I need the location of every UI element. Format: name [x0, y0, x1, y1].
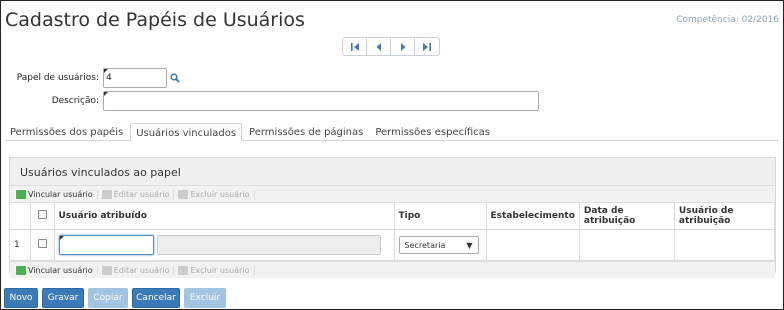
papel-input[interactable]: 4 [103, 68, 167, 88]
editar-label: Editar usuário [113, 189, 170, 199]
last-record-icon [423, 42, 431, 51]
excluir-label: Excluir usuário [190, 265, 250, 275]
delete-icon [178, 265, 189, 275]
table-header-row: Usuário atribuído Tipo Estabelecimento D… [10, 203, 776, 230]
tipo-select[interactable]: Secretaria ▼ [398, 236, 479, 254]
dropdown-arrow-icon: ▼ [466, 240, 473, 250]
tab-bar: Permissões dos papéis Usuários vinculado… [5, 123, 779, 142]
next-record-button[interactable] [391, 38, 415, 55]
vincular-label: Vincular usuário [28, 189, 93, 199]
first-record-icon [350, 42, 359, 51]
tipo-cell: Secretaria ▼ [394, 229, 487, 261]
column-usuario-atribuido[interactable]: Usuário atribuído [54, 203, 395, 230]
data-atribuicao-cell [579, 229, 675, 261]
previous-record-button[interactable] [367, 38, 391, 55]
select-all-header [30, 203, 55, 230]
editar-label: Editar usuário [113, 265, 170, 275]
record-navigator [342, 37, 440, 56]
excluir-usuario-button-bottom[interactable]: Excluir usuário [178, 265, 255, 275]
table-row: 1 Secretaria ▼ [10, 229, 776, 261]
required-marker-icon [104, 92, 108, 96]
action-bar: Novo Gravar Copiar Cancelar Excluir [4, 288, 230, 308]
top-toolbar: Vincular usuário Editar usuário Excluir … [10, 186, 775, 203]
papel-value: 4 [106, 73, 112, 83]
novo-button[interactable]: Novo [4, 288, 38, 308]
usuarios-table: Usuário atribuído Tipo Estabelecimento D… [10, 203, 776, 261]
gravar-button[interactable]: Gravar [42, 288, 84, 308]
tab-permissoes-paginas[interactable]: Permissões de páginas [244, 123, 368, 141]
column-tipo[interactable]: Tipo [394, 203, 487, 230]
required-marker-icon [104, 69, 108, 73]
descricao-input[interactable] [103, 91, 539, 111]
delete-icon [178, 189, 189, 199]
vincular-usuario-button[interactable]: Vincular usuário [16, 189, 98, 199]
search-icon[interactable] [170, 73, 180, 83]
row-checkbox[interactable] [37, 239, 47, 248]
add-user-icon [16, 265, 26, 275]
usuario-name-field [156, 235, 381, 255]
editar-usuario-button-bottom[interactable]: Editar usuário [101, 265, 175, 275]
column-estabelecimento[interactable]: Estabelecimento [486, 203, 580, 230]
panel-title: Usuários vinculados ao papel [10, 158, 775, 186]
select-all-checkbox[interactable] [37, 210, 47, 219]
descricao-label: Descrição: [51, 96, 99, 106]
tab-usuarios-vinculados[interactable]: Usuários vinculados [130, 123, 243, 142]
row-number-header [10, 203, 31, 230]
tab-permissoes-especificas[interactable]: Permissões específicas [370, 123, 495, 141]
cancelar-button[interactable]: Cancelar [132, 288, 180, 308]
row-checkbox-cell [30, 229, 55, 261]
required-marker-icon [59, 236, 64, 240]
usuarios-panel: Usuários vinculados ao papel Vincular us… [9, 157, 776, 278]
usuario-code-input[interactable] [58, 235, 154, 255]
add-user-icon [16, 189, 26, 199]
column-usuario-atribuicao[interactable]: Usuário de atribuição [674, 203, 776, 230]
usuario-cell [54, 229, 395, 261]
excluir-usuario-button[interactable]: Excluir usuário [178, 189, 255, 199]
copiar-button[interactable]: Copiar [88, 288, 128, 308]
papel-label: Papel de usuários: [16, 73, 99, 83]
usuario-atribuicao-cell [674, 229, 776, 261]
row-number: 1 [10, 229, 31, 261]
next-record-icon [400, 42, 405, 51]
page-title: Cadastro de Papéis de Usuários [5, 9, 305, 31]
first-record-button[interactable] [343, 38, 367, 55]
tab-permissoes-papeis[interactable]: Permissões dos papéis [5, 123, 128, 141]
excluir-button[interactable]: Excluir [184, 288, 226, 308]
estabelecimento-cell [486, 229, 580, 261]
tipo-value: Secretaria [404, 240, 446, 250]
competencia-label: Competência: 02/2016 [676, 15, 779, 25]
bottom-toolbar: Vincular usuário Editar usuário Excluir … [10, 261, 775, 278]
edit-icon [101, 265, 112, 275]
excluir-label: Excluir usuário [190, 189, 250, 199]
edit-icon [101, 189, 112, 199]
previous-record-icon [376, 42, 381, 51]
vincular-usuario-button-bottom[interactable]: Vincular usuário [16, 265, 98, 275]
last-record-button[interactable] [415, 38, 439, 55]
editar-usuario-button[interactable]: Editar usuário [101, 189, 175, 199]
vincular-label: Vincular usuário [28, 265, 93, 275]
column-data-atribuicao[interactable]: Data de atribuição [579, 203, 675, 230]
